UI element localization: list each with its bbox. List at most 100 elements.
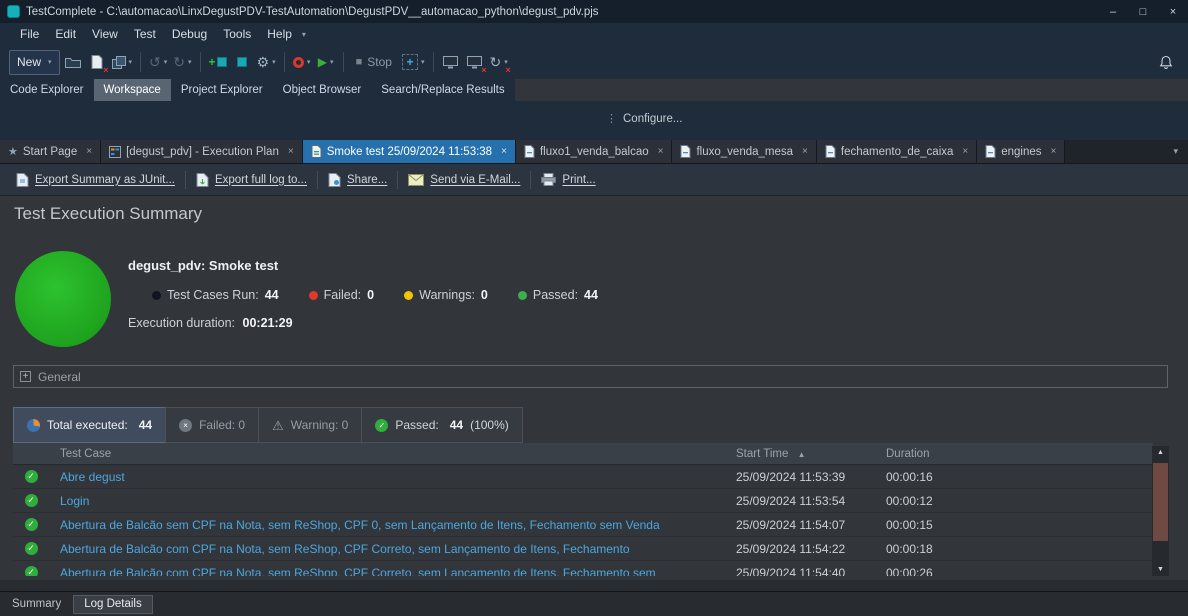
- filter-tab-total-executed[interactable]: Total executed: 44: [13, 407, 165, 443]
- close-file-button[interactable]: ×: [86, 50, 108, 75]
- close-window-button[interactable]: ×: [1158, 0, 1188, 23]
- page-title: Test Execution Summary: [14, 204, 202, 224]
- scroll-down-icon[interactable]: ▼: [1152, 563, 1169, 576]
- scroll-up-icon[interactable]: ▲: [1152, 446, 1169, 459]
- table-scrollbar[interactable]: ▲ ▼: [1152, 446, 1169, 576]
- duration-cell: 00:00:16: [875, 470, 1153, 484]
- passed-check-icon: ✓: [25, 566, 38, 576]
- doc-tab-smoke-test-log[interactable]: Smoke test 25/09/2024 11:53:38 ×: [303, 140, 516, 163]
- tab-summary[interactable]: Summary: [2, 592, 71, 616]
- play-icon: ▶: [318, 55, 327, 69]
- refresh-disable-button[interactable]: ↻ × ▾: [488, 50, 510, 75]
- tab-project-explorer[interactable]: Project Explorer: [171, 79, 273, 101]
- close-tab-icon[interactable]: ×: [1051, 146, 1057, 157]
- start-time-cell: 25/09/2024 11:54:40: [725, 566, 875, 577]
- doc-tab-fluxo-venda-mesa[interactable]: fluxo_venda_mesa ×: [672, 140, 816, 163]
- send-email-button[interactable]: Send via E-Mail...: [400, 174, 528, 186]
- menu-file[interactable]: File: [12, 27, 47, 41]
- close-remote-screen-button[interactable]: ×: [464, 50, 486, 75]
- export-full-log-button[interactable]: Export full log to...: [188, 173, 315, 187]
- menu-test[interactable]: Test: [126, 27, 164, 41]
- column-test-case[interactable]: Test Case: [49, 448, 725, 460]
- doc-tab-engines[interactable]: engines ×: [977, 140, 1065, 163]
- tab-list-dropdown-button[interactable]: ▾: [1173, 140, 1188, 163]
- add-project-item-button[interactable]: +: [207, 50, 229, 75]
- cube-icon: [237, 57, 247, 67]
- test-case-link[interactable]: Abertura de Balcão com CPF na Nota, sem …: [49, 566, 725, 577]
- export-junit-button[interactable]: Export Summary as JUnit...: [8, 173, 183, 187]
- tab-object-browser[interactable]: Object Browser: [273, 79, 372, 101]
- filter-tab-warning[interactable]: ⚠ Warning: 0: [258, 407, 361, 443]
- stat-failed: Failed: 0: [309, 288, 374, 302]
- tab-workspace[interactable]: Workspace: [94, 79, 171, 101]
- tab-search-replace-results[interactable]: Search/Replace Results: [371, 79, 514, 101]
- menu-tools[interactable]: Tools: [215, 27, 259, 41]
- toolbar-separator: [284, 52, 285, 72]
- redo-button[interactable]: ↻ ▾: [171, 50, 193, 75]
- new-button[interactable]: New ▾: [9, 50, 60, 75]
- share-button[interactable]: Share...: [320, 173, 395, 187]
- tab-log-details[interactable]: Log Details: [73, 595, 153, 614]
- run-test-button[interactable]: ▶ ▾: [315, 50, 337, 75]
- menu-edit[interactable]: Edit: [47, 27, 84, 41]
- test-case-link[interactable]: Login: [49, 494, 725, 508]
- menu-help[interactable]: Help: [259, 27, 300, 41]
- configure-link[interactable]: ⋮ Configure...: [606, 112, 682, 125]
- stop-button[interactable]: ■ Stop: [350, 50, 398, 75]
- close-tab-icon[interactable]: ×: [802, 146, 808, 157]
- test-case-link[interactable]: Abertura de Balcão sem CPF na Nota, sem …: [49, 518, 725, 532]
- column-start-time[interactable]: Start Time ▲: [725, 448, 875, 460]
- record-test-button[interactable]: ▾: [291, 50, 313, 75]
- open-file-button[interactable]: [62, 50, 84, 75]
- close-tab-icon[interactable]: ×: [288, 146, 294, 157]
- table-row[interactable]: ✓ Abertura de Balcão sem CPF na Nota, se…: [13, 513, 1153, 537]
- point-and-fix-button[interactable]: + ▾: [400, 50, 427, 75]
- menu-overflow-icon[interactable]: ▾: [302, 30, 306, 39]
- minimize-button[interactable]: –: [1098, 0, 1128, 23]
- doc-tab-fluxo1-venda-balcao[interactable]: fluxo1_venda_balcao ×: [516, 140, 673, 163]
- table-row[interactable]: ✓ Abertura de Balcão com CPF na Nota, se…: [13, 537, 1153, 561]
- close-tab-icon[interactable]: ×: [86, 146, 92, 157]
- print-button[interactable]: Print...: [533, 173, 603, 186]
- filter-tab-failed[interactable]: × Failed: 0: [165, 407, 258, 443]
- test-settings-button[interactable]: ⚙ ▾: [255, 50, 278, 75]
- save-all-button[interactable]: ▾: [110, 50, 135, 75]
- panel-bottom-strip: [0, 580, 1188, 591]
- action-separator: [317, 171, 318, 189]
- chevron-down-icon: ▾: [48, 58, 52, 66]
- summary-stats-row: Test Cases Run: 44 Failed: 0 Warnings: 0…: [152, 288, 598, 302]
- test-run-name: degust_pdv: Smoke test: [128, 258, 278, 273]
- table-row[interactable]: ✓ Login 25/09/2024 11:53:54 00:00:12: [13, 489, 1153, 513]
- table-row[interactable]: ✓ Abre degust 25/09/2024 11:53:39 00:00:…: [13, 465, 1153, 489]
- show-remote-screen-button[interactable]: [440, 50, 462, 75]
- filter-tab-passed[interactable]: ✓ Passed: 44 (100%): [361, 407, 522, 443]
- menu-bar: File Edit View Test Debug Tools Help ▾: [0, 23, 1188, 45]
- undo-button[interactable]: ↺ ▾: [147, 50, 169, 75]
- maximize-button[interactable]: □: [1128, 0, 1158, 23]
- doc-tab-fechamento-de-caixa[interactable]: fechamento_de_caixa ×: [817, 140, 977, 163]
- close-tab-icon[interactable]: ×: [962, 146, 968, 157]
- object-spy-button[interactable]: [231, 50, 253, 75]
- table-row[interactable]: ✓ Abertura de Balcão com CPF na Nota, se…: [13, 561, 1153, 576]
- redo-icon: ↻: [173, 55, 185, 69]
- notifications-bell-button[interactable]: [1155, 50, 1177, 75]
- menu-view[interactable]: View: [84, 27, 126, 41]
- start-time-cell: 25/09/2024 11:53:39: [725, 470, 875, 484]
- close-tab-icon[interactable]: ×: [658, 146, 664, 157]
- execution-duration: Execution duration: 00:21:29: [128, 316, 293, 330]
- close-tab-icon[interactable]: ×: [501, 146, 507, 157]
- table-header-row: Test Case Start Time ▲ Duration: [13, 443, 1153, 465]
- doc-tab-execution-plan[interactable]: [degust_pdv] - Execution Plan ×: [101, 140, 303, 163]
- passed-check-icon: ✓: [25, 542, 38, 555]
- expand-icon[interactable]: +: [20, 371, 31, 382]
- window-title: TestComplete - C:\automacao\LinxDegustPD…: [26, 6, 599, 18]
- column-duration[interactable]: Duration: [875, 448, 1153, 460]
- failed-dot-icon: [309, 291, 318, 300]
- menu-debug[interactable]: Debug: [164, 27, 215, 41]
- scrollbar-thumb[interactable]: [1153, 463, 1168, 541]
- general-section-header[interactable]: + General: [13, 365, 1168, 388]
- tab-code-explorer[interactable]: Code Explorer: [0, 79, 94, 101]
- test-case-link[interactable]: Abre degust: [49, 470, 725, 484]
- test-case-link[interactable]: Abertura de Balcão com CPF na Nota, sem …: [49, 542, 725, 556]
- doc-tab-start-page[interactable]: ★ Start Page ×: [0, 140, 101, 163]
